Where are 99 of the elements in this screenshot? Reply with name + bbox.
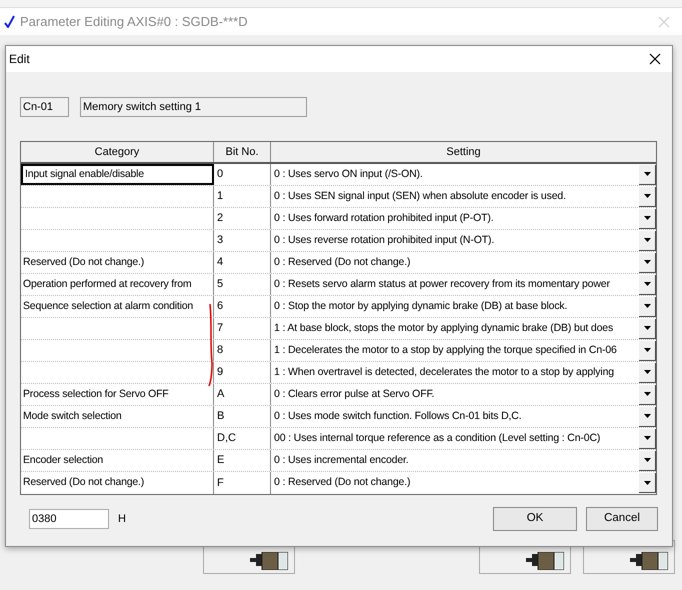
bit-cell: 7 xyxy=(214,318,271,339)
setting-text: 0 : Reserved (Do not change.) xyxy=(274,254,410,270)
category-cell[interactable]: Operation performed at recovery from xyxy=(21,274,214,295)
dropdown-arrow-icon xyxy=(644,238,650,242)
bit-cell: 6 xyxy=(214,296,271,317)
setting-cell[interactable]: 1 : At base block, stops the motor by applying dynamic brake (DB) but does xyxy=(271,318,656,339)
setting-cell[interactable]: 0 : Reserved (Do not change.) xyxy=(271,252,656,273)
setting-text: 0 : Stop the motor by applying dynamic brake (DB) at base block. xyxy=(274,298,568,314)
motor-icon xyxy=(250,552,288,570)
dropdown-button[interactable] xyxy=(639,384,656,404)
dropdown-arrow-icon xyxy=(644,392,650,396)
setting-text: 0 : Uses reverse rotation prohibited input (N-OT). xyxy=(274,232,494,248)
setting-text: 0 : Uses SEN signal input (SEN) when absolute encoder is used. xyxy=(274,188,566,204)
bit-cell: 1 xyxy=(214,186,271,207)
dropdown-button[interactable] xyxy=(639,473,656,493)
setting-cell[interactable]: 0 : Uses servo ON input (/S-ON). xyxy=(271,164,656,185)
setting-cell[interactable]: 0 : Uses reverse rotation prohibited input (N-OT). xyxy=(271,230,656,251)
setting-text: 1 : Decelerates the motor to a stop by applying the torque specified in Cn-06 xyxy=(274,342,617,358)
unit-label: H xyxy=(118,512,126,527)
dropdown-button[interactable] xyxy=(639,362,656,382)
dropdown-arrow-icon xyxy=(644,348,650,352)
category-cell[interactable]: Sequence selection at alarm condition xyxy=(21,296,214,317)
close-icon[interactable] xyxy=(649,53,661,65)
bit-cell: 5 xyxy=(214,274,271,295)
bit-cell: 3 xyxy=(214,230,271,251)
bit-cell: 8 xyxy=(214,340,271,361)
dropdown-button[interactable] xyxy=(639,340,656,360)
motor-icon xyxy=(526,552,564,570)
dropdown-arrow-icon xyxy=(644,194,650,198)
bit-cell: 4 xyxy=(214,252,271,273)
bit-cell: B xyxy=(214,406,271,427)
ok-button[interactable]: OK xyxy=(493,507,577,531)
dropdown-arrow-icon xyxy=(644,326,650,330)
category-cell[interactable]: Process selection for Servo OFF xyxy=(21,384,214,405)
setting-text: 00 : Uses internal torque reference as a condition (Level setting : Cn-0C) xyxy=(274,430,600,446)
parameter-name-field: Memory switch setting 1 xyxy=(80,97,307,117)
setting-cell[interactable]: 0 : Resets servo alarm status at power recovery from its momentary power xyxy=(271,274,656,295)
motor-icon xyxy=(630,552,668,570)
setting-cell[interactable]: 0 : Reserved (Do not change.) xyxy=(271,472,656,494)
dropdown-arrow-icon xyxy=(644,260,650,264)
setting-cell[interactable]: 1 : When overtravel is detected, decelerates the motor to a stop by applying xyxy=(271,362,656,383)
setting-cell[interactable]: 0 : Stop the motor by applying dynamic brake (DB) at base block. xyxy=(271,296,656,317)
window-title: Parameter Editing AXIS#0 : SGDB-***D xyxy=(20,12,248,31)
setting-text: 0 : Uses forward rotation prohibited input (P-OT). xyxy=(274,210,494,226)
column-header[interactable]: Bit No. xyxy=(214,142,271,162)
category-cell[interactable]: Reserved (Do not change.) xyxy=(21,252,214,273)
category-cell[interactable]: Input signal enable/disable xyxy=(21,164,214,185)
setting-text: 0 : Reserved (Do not change.) xyxy=(274,475,410,490)
dropdown-arrow-icon xyxy=(644,304,650,308)
dropdown-button[interactable] xyxy=(639,252,656,272)
dropdown-arrow-icon xyxy=(644,216,650,220)
setting-cell[interactable]: 0 : Uses mode switch function. Follows Cn-01 bits D,C. xyxy=(271,406,656,427)
dropdown-arrow-icon xyxy=(644,436,650,440)
bit-cell: 0 xyxy=(214,164,271,185)
bit-cell: D,C xyxy=(214,428,271,449)
dropdown-arrow-icon xyxy=(644,370,650,374)
category-cell[interactable]: Reserved (Do not change.) xyxy=(21,472,214,494)
setting-cell[interactable]: 00 : Uses internal torque reference as a condition (Level setting : Cn-0C) xyxy=(271,428,656,449)
column-header[interactable]: Setting xyxy=(271,142,656,162)
dropdown-button[interactable] xyxy=(639,450,656,470)
bit-cell: A xyxy=(214,384,271,405)
setting-text: 0 : Uses mode switch function. Follows Cn-01 bits D,C. xyxy=(274,408,522,424)
dropdown-button[interactable] xyxy=(639,230,656,250)
dropdown-button[interactable] xyxy=(639,296,656,316)
bit-cell: 9 xyxy=(214,362,271,383)
dropdown-button[interactable] xyxy=(639,274,656,294)
setting-cell[interactable]: 1 : Decelerates the motor to a stop by applying the torque specified in Cn-06 xyxy=(271,340,656,361)
setting-text: 0 : Uses incremental encoder. xyxy=(274,452,409,468)
dropdown-button[interactable] xyxy=(639,406,656,426)
column-header[interactable]: Category xyxy=(21,142,214,162)
setting-cell[interactable]: 0 : Uses incremental encoder. xyxy=(271,450,656,471)
dropdown-arrow-icon xyxy=(644,172,650,176)
cancel-button[interactable]: Cancel xyxy=(586,507,658,531)
hex-value-field[interactable]: 0380 xyxy=(29,509,109,529)
dropdown-arrow-icon xyxy=(644,480,650,484)
setting-text: 0 : Resets servo alarm status at power recovery from its momentary power xyxy=(274,276,610,292)
dropdown-button[interactable] xyxy=(639,208,656,228)
bit-cell: E xyxy=(214,450,271,471)
dropdown-button[interactable] xyxy=(639,318,656,338)
setting-text: 1 : At base block, stops the motor by applying dynamic brake (DB) but does xyxy=(274,320,614,336)
setting-cell[interactable]: 0 : Clears error pulse at Servo OFF. xyxy=(271,384,656,405)
check-icon xyxy=(4,15,15,28)
parameter-id-field: Cn-01 xyxy=(20,97,69,117)
bit-cell: 2 xyxy=(214,208,271,229)
setting-text: 0 : Clears error pulse at Servo OFF. xyxy=(274,386,434,402)
dropdown-arrow-icon xyxy=(644,282,650,286)
setting-text: 0 : Uses servo ON input (/S-ON). xyxy=(274,166,423,182)
setting-cell[interactable]: 0 : Uses SEN signal input (SEN) when absolute encoder is used. xyxy=(271,186,656,207)
dialog-title: Edit xyxy=(9,51,30,68)
dropdown-arrow-icon xyxy=(644,414,650,418)
dropdown-button[interactable] xyxy=(639,186,656,206)
category-cell[interactable]: Encoder selection xyxy=(21,450,214,471)
dropdown-arrow-icon xyxy=(644,458,650,462)
setting-text: 1 : When overtravel is detected, decelerates the motor to a stop by applying xyxy=(274,364,614,380)
dropdown-button[interactable] xyxy=(639,164,656,184)
bit-cell: F xyxy=(214,472,271,494)
category-cell[interactable]: Mode switch selection xyxy=(21,406,214,427)
setting-cell[interactable]: 0 : Uses forward rotation prohibited input (P-OT). xyxy=(271,208,656,229)
dropdown-button[interactable] xyxy=(639,428,656,448)
